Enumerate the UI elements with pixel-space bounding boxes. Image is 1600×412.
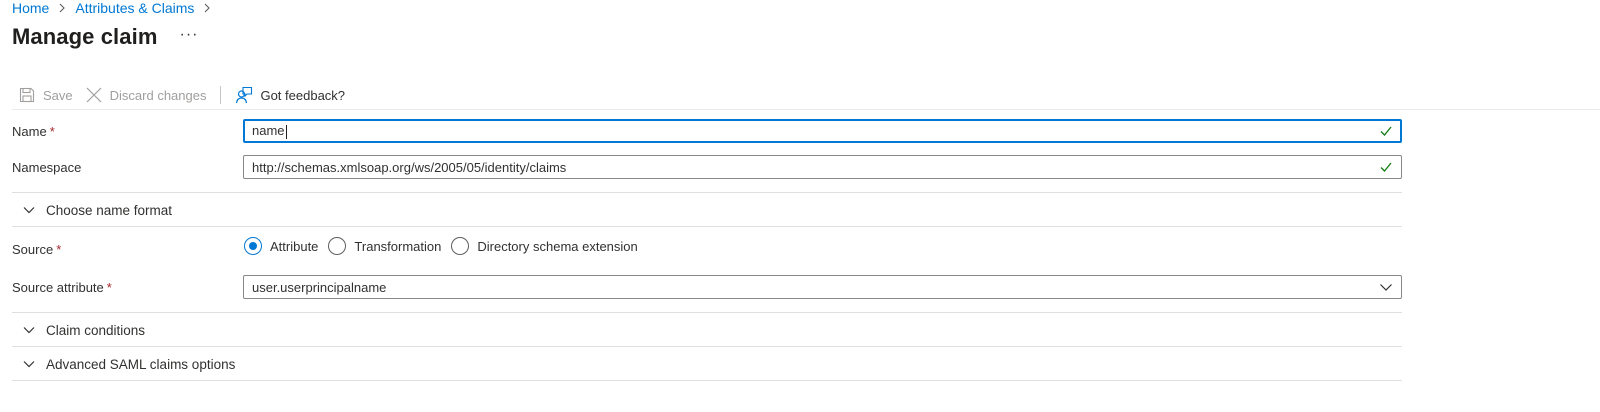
choose-name-format-section[interactable]: Choose name format [12,193,1402,227]
divider [12,380,1402,381]
name-label-text: Name [12,123,47,139]
claim-conditions-title: Claim conditions [46,322,146,338]
more-options-icon[interactable]: ··· [179,27,198,43]
claim-conditions-section[interactable]: Claim conditions [12,313,1402,347]
chevron-down-icon [22,203,36,217]
close-icon [85,86,103,104]
radio-unselected-icon [328,237,347,255]
name-input[interactable]: name [243,119,1402,143]
chevron-down-icon [1379,280,1393,294]
source-label: Source * [12,242,244,257]
breadcrumb: Home Attributes & Claims [12,0,220,16]
chevron-down-icon [22,323,36,337]
name-label: Name * [12,124,244,139]
source-radio-attribute-label: Attribute [270,238,319,254]
source-radio-transformation-label: Transformation [354,238,442,254]
source-radio-transformation[interactable]: Transformation [328,237,441,255]
required-marker: * [56,241,62,257]
source-radio-attribute[interactable]: Attribute [244,237,318,255]
namespace-input-value: http://schemas.xmlsoap.org/ws/2005/05/id… [252,159,567,175]
namespace-input[interactable]: http://schemas.xmlsoap.org/ws/2005/05/id… [243,155,1402,179]
title-row: Manage claim ··· [12,24,198,50]
feedback-icon [235,86,253,104]
save-button[interactable]: Save [12,83,79,107]
discard-changes-label: Discard changes [109,87,207,103]
chevron-right-icon [202,3,212,13]
name-input-value: name [252,123,1379,139]
discard-changes-button[interactable]: Discard changes [79,83,213,107]
feedback-label: Got feedback? [260,87,346,103]
toolbar-divider-line [12,109,1600,110]
source-attribute-label-text: Source attribute [12,279,104,295]
source-radio-directory-label: Directory schema extension [477,238,638,254]
namespace-label: Namespace [12,159,82,175]
required-marker: * [106,279,112,295]
chevron-right-icon [57,3,67,13]
radio-selected-icon [244,237,262,255]
choose-name-format-title: Choose name format [46,202,173,218]
source-radio-group: Attribute Transformation Directory schem… [244,237,648,255]
source-row: Source * [12,238,1402,260]
source-radio-directory-schema-extension[interactable]: Directory schema extension [451,237,638,255]
text-cursor [285,124,287,139]
required-marker: * [49,123,55,139]
breadcrumb-home-link[interactable]: Home [12,0,49,16]
command-bar: Save Discard changes Got feedback? [12,82,351,108]
page-title: Manage claim [12,24,158,49]
feedback-button[interactable]: Got feedback? [229,83,351,107]
source-attribute-label: Source attribute * [12,280,244,295]
toolbar-divider [220,86,222,104]
save-label: Save [43,87,73,103]
name-value-text: name [252,123,285,139]
chevron-down-icon [22,357,36,371]
breadcrumb-attributes-link[interactable]: Attributes & Claims [75,0,194,16]
source-attribute-dropdown[interactable]: user.userprincipalname [243,275,1402,299]
checkmark-icon [1379,124,1393,138]
save-icon [18,86,36,104]
advanced-saml-options-title: Advanced SAML claims options [46,356,236,372]
checkmark-icon [1379,160,1393,174]
divider [12,226,1402,227]
radio-unselected-icon [451,237,470,255]
advanced-saml-options-section[interactable]: Advanced SAML claims options [12,347,1402,381]
source-attribute-value: user.userprincipalname [252,279,387,295]
source-label-text: Source [12,241,54,257]
